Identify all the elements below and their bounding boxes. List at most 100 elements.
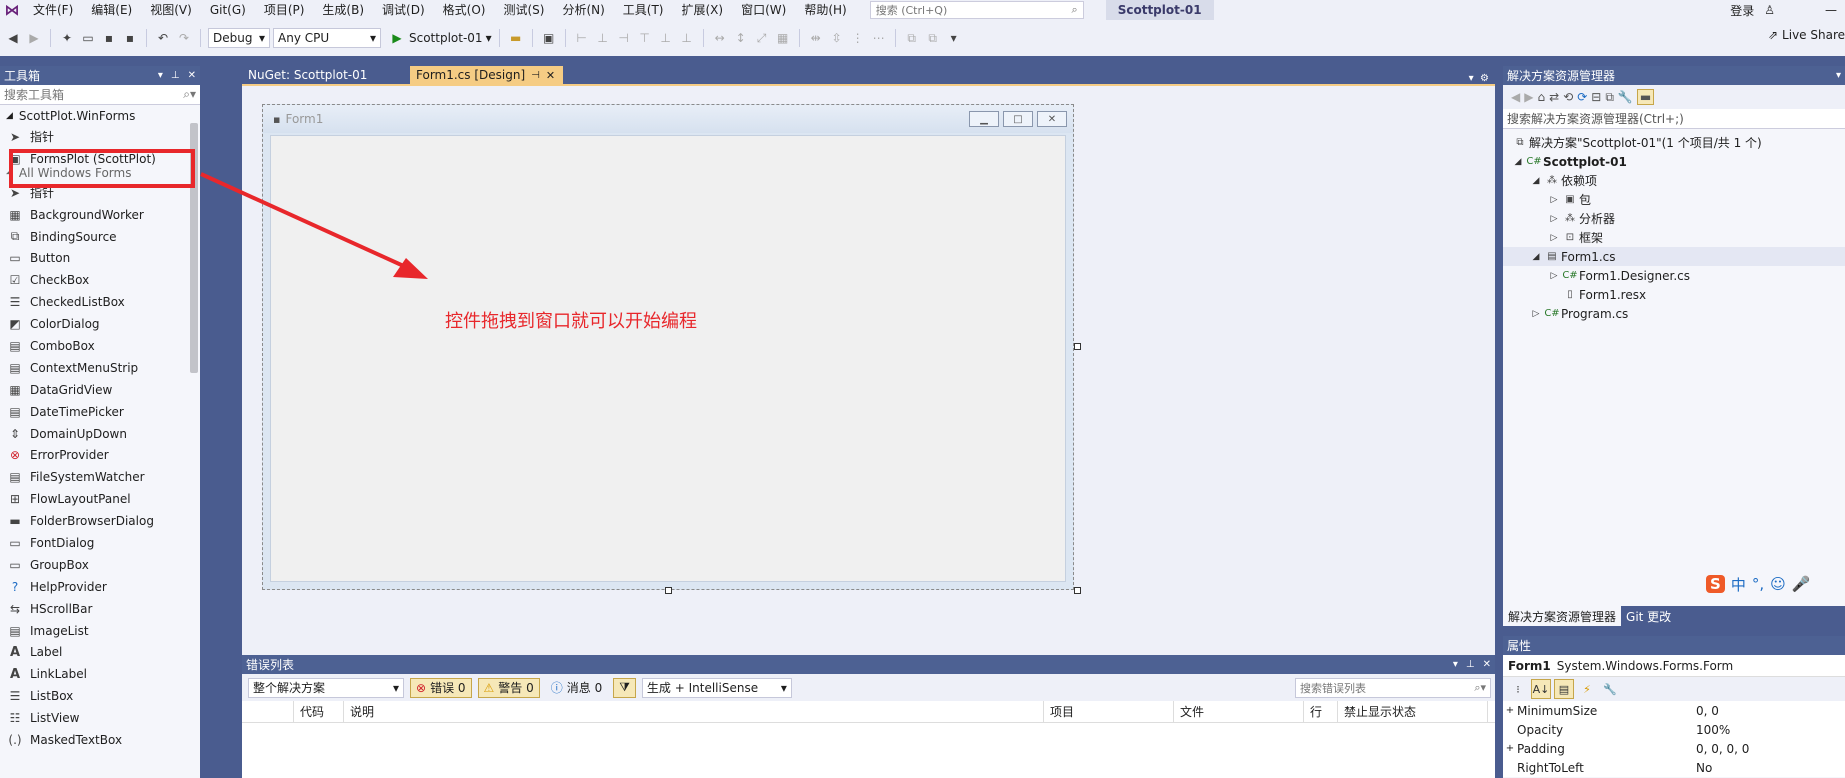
properties-title: 属性	[1507, 639, 1532, 653]
tree-analyzers[interactable]: ▷ ⁂ 分析器	[1503, 209, 1845, 228]
column-header[interactable]: 项目	[1044, 700, 1174, 723]
error-list-title: 错误列表	[246, 658, 295, 672]
property-row[interactable]: Opacity 100%	[1503, 720, 1845, 739]
solution-tabs: 解决方案资源管理器 Git 更改	[1503, 606, 1845, 626]
collapsed-icon[interactable]: ▷	[1547, 271, 1561, 281]
tab-git-changes[interactable]: Git 更改	[1621, 606, 1676, 626]
column-header[interactable]: 说明	[344, 700, 1044, 723]
property-object-selector[interactable]: Form1 System.Windows.Forms.Form	[1503, 655, 1845, 677]
solution-tree: ⧉ 解决方案"Scottplot-01"(1 个项目/共 1 个) ◢ C# Scot…	[1503, 129, 1845, 323]
tree-frameworks[interactable]: ▷ ⊡ 框架	[1503, 228, 1845, 247]
ime-toolbar[interactable]: S 中 °, ☺ 🎤	[1706, 572, 1810, 596]
forward-icon[interactable]: ▶	[1524, 90, 1533, 104]
home-icon[interactable]: ⌂	[1537, 90, 1545, 104]
collapsed-icon[interactable]: ▷	[1547, 233, 1561, 243]
history-icon[interactable]: ⟲	[1563, 90, 1573, 104]
collapsed-icon[interactable]: ▷	[1529, 309, 1543, 319]
scope-value: 整个解决方案	[253, 681, 326, 695]
column-header[interactable]	[242, 700, 294, 723]
errors-filter-button[interactable]: ⊗ 错误 0	[410, 677, 472, 698]
tab-solution-explorer[interactable]: 解决方案资源管理器	[1503, 606, 1622, 626]
preview-icon[interactable]: ▬	[1636, 89, 1655, 105]
tree-label: 依赖项	[1561, 174, 1598, 188]
error-search-placeholder: 搜索错误列表	[1300, 681, 1366, 695]
sogou-logo-icon: S	[1706, 575, 1725, 593]
framework-icon: ⊡	[1565, 232, 1575, 243]
tree-program[interactable]: ▷ C# Program.cs	[1503, 304, 1845, 323]
build-filter-select[interactable]: 生成 + IntelliSense ▾	[641, 677, 792, 698]
tree-form1-resx[interactable]: ▯ Form1.resx	[1503, 285, 1845, 304]
expand-icon[interactable]: ◢	[1529, 176, 1543, 186]
errors-label: 错误 0	[430, 681, 466, 695]
error-search-input[interactable]: 搜索错误列表 ⌕▾	[1295, 677, 1491, 698]
search-icon: ⌕▾	[1474, 680, 1486, 694]
collapse-all-icon[interactable]: ⊟	[1591, 90, 1601, 104]
error-list-header: 错误列表 ▾ ⊥ ✕	[242, 655, 1495, 674]
show-all-files-icon[interactable]: ⧉	[1605, 90, 1614, 105]
tree-form1-designer[interactable]: ▷ C# Form1.Designer.cs	[1503, 266, 1845, 285]
properties-toolbar: ⁝ A↓ ▤ ⚡ 🔧	[1503, 677, 1845, 701]
solution-search-input[interactable]: 搜索解决方案资源管理器(Ctrl+;)	[1503, 109, 1845, 129]
properties-view-icon[interactable]: ▤	[1554, 679, 1574, 699]
collapsed-icon[interactable]: ▷	[1547, 214, 1561, 224]
solution-explorer-toolbar: ◀ ▶ ⌂ ⇄ ⟲ ⟳ ⊟ ⧉ 🔧 ▬	[1503, 85, 1845, 109]
messages-filter-button[interactable]: ⓘ 消息 0	[546, 678, 607, 698]
form-icon: ▤	[1547, 251, 1557, 262]
microphone-icon: 🎤	[1791, 575, 1811, 593]
filter-icon: ⧩	[619, 680, 630, 694]
analyzer-icon: ⁂	[1565, 213, 1575, 224]
dropdown-icon[interactable]: ▾	[1453, 659, 1458, 670]
warnings-filter-button[interactable]: ⚠ 警告 0	[477, 677, 540, 698]
messages-label: 消息 0	[566, 681, 603, 695]
expand-icon[interactable]: +	[1503, 743, 1517, 754]
events-icon[interactable]: ⚡	[1577, 679, 1597, 699]
scope-select[interactable]: 整个解决方案 ▾	[248, 677, 404, 698]
property-value[interactable]: 0, 0	[1696, 704, 1845, 718]
tree-form1[interactable]: ◢ ▤ Form1.cs	[1503, 247, 1845, 266]
column-header[interactable]: 代码	[294, 700, 344, 723]
punctuation-icon: °,	[1751, 575, 1765, 593]
column-header[interactable]: 禁止显示状态	[1338, 700, 1488, 723]
switch-views-icon[interactable]: ⇄	[1549, 90, 1559, 104]
back-icon[interactable]: ◀	[1511, 90, 1520, 104]
tree-solution[interactable]: ⧉ 解决方案"Scottplot-01"(1 个项目/共 1 个)	[1503, 133, 1845, 152]
pin-icon[interactable]: ⊥	[1466, 659, 1475, 670]
dropdown-icon[interactable]: ▾	[1836, 70, 1841, 81]
expand-icon[interactable]: +	[1503, 705, 1517, 716]
property-row[interactable]: + Padding 0, 0, 0, 0	[1503, 739, 1845, 758]
tree-label: Program.cs	[1561, 306, 1629, 321]
collapsed-icon[interactable]: ▷	[1547, 195, 1561, 205]
dependencies-icon: ⁂	[1547, 175, 1557, 186]
sync-icon[interactable]: ⟳	[1577, 90, 1587, 104]
column-header[interactable]: 行	[1304, 700, 1338, 723]
warning-icon: ⚠	[483, 680, 495, 695]
tree-project[interactable]: ◢ C# Scottplot-01	[1503, 152, 1845, 171]
property-row[interactable]: RightToLeft No	[1503, 758, 1845, 777]
property-value[interactable]: 0, 0, 0, 0	[1696, 742, 1845, 756]
property-name: MinimumSize	[1517, 703, 1598, 718]
property-pages-icon[interactable]: 🔧	[1600, 679, 1620, 699]
tree-dependencies[interactable]: ◢ ⁂ 依赖项	[1503, 171, 1845, 190]
expand-icon[interactable]: ◢	[1529, 252, 1543, 262]
alphabetical-icon[interactable]: A↓	[1531, 679, 1551, 699]
expand-icon[interactable]: ◢	[1511, 157, 1525, 167]
solution-explorer-title: 解决方案资源管理器	[1507, 69, 1616, 83]
categorized-icon[interactable]: ⁝	[1508, 679, 1528, 699]
solution-explorer-header: 解决方案资源管理器 ▾	[1503, 66, 1845, 85]
tree-label: 分析器	[1579, 212, 1616, 226]
property-value[interactable]: No	[1696, 761, 1845, 775]
property-value[interactable]: 100%	[1696, 723, 1845, 737]
property-row[interactable]: + MinimumSize 0, 0	[1503, 701, 1845, 720]
filter-button[interactable]: ⧩	[613, 677, 636, 698]
csharp-file-icon: C#	[1544, 308, 1560, 319]
column-header[interactable]: 文件	[1174, 700, 1304, 723]
csharp-file-icon: C#	[1562, 270, 1578, 281]
property-name: RightToLeft	[1517, 760, 1584, 775]
properties-icon[interactable]: 🔧	[1618, 90, 1633, 104]
error-list-columns: 代码 说明 项目 文件 行 禁止显示状态	[242, 700, 1495, 723]
info-icon: ⓘ	[550, 681, 563, 695]
close-icon[interactable]: ✕	[1483, 659, 1491, 670]
tree-label: Form1.cs	[1561, 249, 1616, 264]
tree-packages[interactable]: ▷ ▣ 包	[1503, 190, 1845, 209]
ime-language: 中	[1730, 575, 1746, 594]
